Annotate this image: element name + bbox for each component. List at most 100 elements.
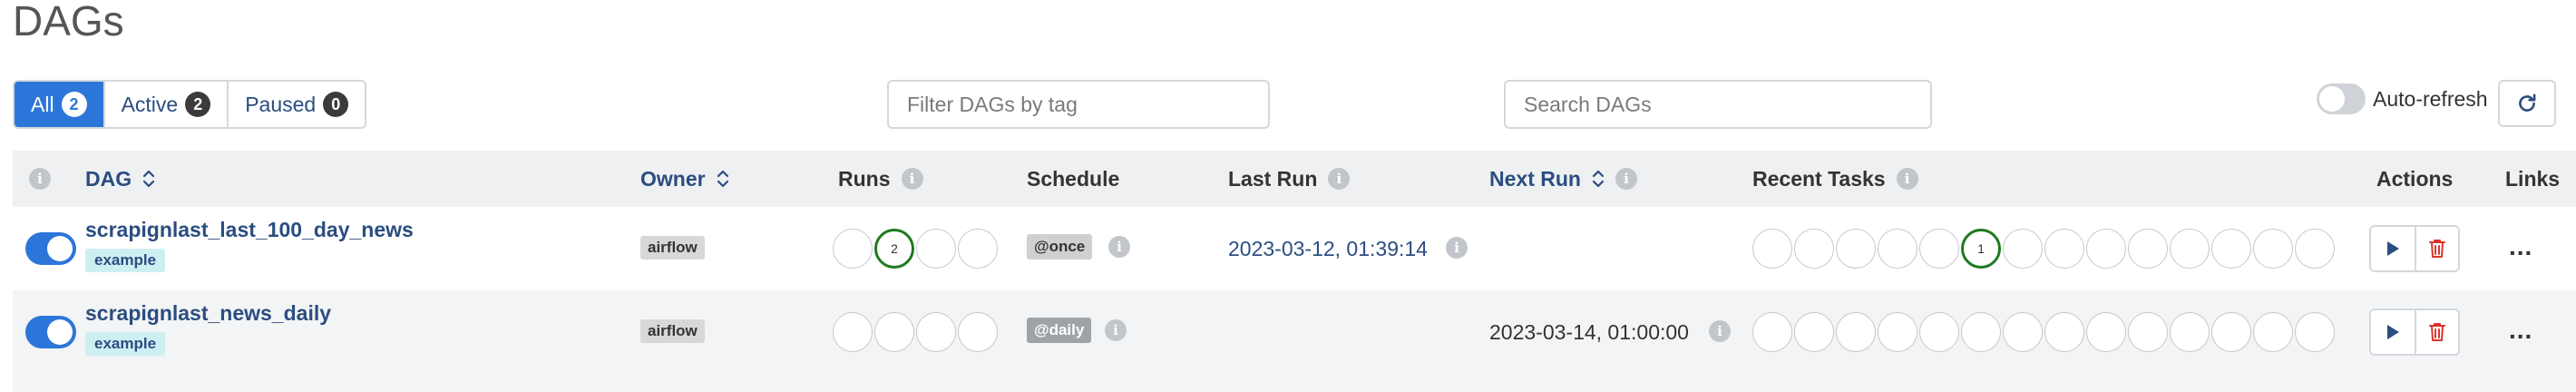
task-state-circle[interactable] bbox=[2086, 312, 2126, 352]
recent-tasks-circles: 1 bbox=[1752, 229, 2335, 269]
task-state-circle[interactable] bbox=[1878, 229, 1917, 269]
trash-icon bbox=[2429, 323, 2445, 341]
tab-all-label: All bbox=[31, 92, 54, 116]
owner-badge[interactable]: airflow bbox=[640, 236, 705, 260]
run-state-circle[interactable] bbox=[958, 312, 998, 352]
task-state-circle[interactable] bbox=[2253, 229, 2293, 269]
info-icon[interactable]: i bbox=[901, 168, 923, 190]
dag-link[interactable]: scrapignlast_news_daily bbox=[85, 301, 331, 326]
task-state-circle[interactable] bbox=[1794, 229, 1834, 269]
dag-pause-toggle[interactable] bbox=[25, 316, 76, 348]
task-state-circle[interactable] bbox=[1878, 312, 1917, 352]
dag-search-input[interactable] bbox=[1504, 80, 1932, 129]
runs-circles: 2 bbox=[833, 229, 998, 269]
dag-link[interactable]: scrapignlast_last_100_day_news bbox=[85, 218, 414, 242]
tab-active-count: 2 bbox=[185, 92, 211, 117]
delete-dag-button[interactable] bbox=[2415, 227, 2458, 270]
header-owner-label: Owner bbox=[640, 166, 706, 191]
next-run-date: 2023-03-14, 01:00:00 bbox=[1489, 320, 1689, 344]
header-last-run-label: Last Run bbox=[1228, 166, 1318, 191]
delete-dag-button[interactable] bbox=[2415, 310, 2458, 354]
table-row: scrapignlast_news_daily example airflow … bbox=[13, 290, 2576, 374]
play-icon bbox=[2387, 241, 2399, 256]
task-state-circle[interactable] bbox=[1836, 229, 1876, 269]
run-state-circle[interactable] bbox=[874, 312, 914, 352]
last-run-link[interactable]: 2023-03-12, 01:39:14 bbox=[1228, 237, 1428, 261]
task-state-circle[interactable] bbox=[2253, 312, 2293, 352]
info-icon[interactable]: i bbox=[1446, 237, 1468, 259]
run-state-circle[interactable] bbox=[833, 312, 873, 352]
tab-all[interactable]: All 2 bbox=[15, 82, 105, 127]
task-state-circle[interactable] bbox=[2211, 312, 2251, 352]
task-state-circle[interactable] bbox=[2128, 229, 2168, 269]
info-icon[interactable]: i bbox=[1615, 168, 1637, 190]
tab-paused[interactable]: Paused 0 bbox=[229, 82, 366, 127]
info-icon[interactable]: i bbox=[1108, 236, 1130, 258]
task-state-circle[interactable] bbox=[2128, 312, 2168, 352]
run-state-circle[interactable] bbox=[833, 229, 873, 269]
tab-active-label: Active bbox=[121, 92, 179, 116]
dag-pause-toggle[interactable] bbox=[25, 232, 76, 265]
task-state-circle[interactable] bbox=[2170, 312, 2210, 352]
task-state-circle[interactable] bbox=[2211, 229, 2251, 269]
header-owner[interactable]: Owner bbox=[640, 151, 729, 207]
auto-refresh-toggle[interactable]: Auto-refresh bbox=[2317, 83, 2488, 114]
refresh-button[interactable] bbox=[2498, 80, 2556, 127]
recent-tasks-circles bbox=[1752, 312, 2335, 352]
tab-paused-label: Paused bbox=[245, 92, 317, 116]
run-state-circle[interactable]: 2 bbox=[874, 229, 914, 269]
task-state-circle[interactable] bbox=[1836, 312, 1876, 352]
task-state-circle[interactable] bbox=[1794, 312, 1834, 352]
info-icon[interactable]: i bbox=[29, 168, 51, 190]
refresh-icon bbox=[2519, 93, 2536, 112]
header-runs-label: Runs bbox=[838, 166, 891, 191]
header-schedule: Schedule bbox=[1027, 151, 1119, 207]
info-icon[interactable]: i bbox=[1105, 319, 1127, 341]
task-state-circle[interactable] bbox=[2170, 229, 2210, 269]
trigger-dag-button[interactable] bbox=[2371, 227, 2415, 270]
task-state-circle[interactable] bbox=[2044, 312, 2084, 352]
task-state-circle[interactable] bbox=[2003, 312, 2043, 352]
dag-tag[interactable]: example bbox=[85, 249, 166, 272]
run-state-circle[interactable] bbox=[916, 312, 956, 352]
task-state-circle[interactable] bbox=[2295, 312, 2335, 352]
dag-table: i DAG Owner Runs i Schedule Last Run i N… bbox=[13, 151, 2576, 392]
schedule-badge: @once bbox=[1027, 234, 1093, 260]
task-state-circle[interactable] bbox=[2044, 229, 2084, 269]
task-state-circle[interactable] bbox=[1752, 229, 1792, 269]
tab-active[interactable]: Active 2 bbox=[104, 82, 229, 127]
header-next-run[interactable]: Next Run i bbox=[1489, 151, 1637, 207]
task-state-circle[interactable]: 1 bbox=[1961, 229, 2001, 269]
header-actions: Actions bbox=[2376, 151, 2453, 207]
schedule-badge: @daily bbox=[1027, 318, 1092, 343]
links-menu-button[interactable]: ... bbox=[2509, 316, 2532, 345]
page-title: DAGs bbox=[13, 0, 124, 44]
tag-filter-input[interactable] bbox=[887, 80, 1270, 129]
info-icon[interactable]: i bbox=[1328, 168, 1351, 190]
task-state-circle[interactable] bbox=[1919, 229, 1959, 269]
header-links: Links bbox=[2505, 151, 2560, 207]
auto-refresh-switch[interactable] bbox=[2317, 83, 2366, 114]
info-icon[interactable]: i bbox=[1709, 320, 1731, 342]
run-state-circle[interactable] bbox=[958, 229, 998, 269]
task-state-circle[interactable] bbox=[1919, 312, 1959, 352]
task-state-circle[interactable] bbox=[1961, 312, 2001, 352]
task-state-circle[interactable] bbox=[1752, 312, 1792, 352]
sort-icon bbox=[717, 170, 728, 188]
table-header: i DAG Owner Runs i Schedule Last Run i N… bbox=[13, 151, 2576, 207]
info-icon[interactable]: i bbox=[1896, 168, 1918, 190]
run-state-circle[interactable] bbox=[916, 229, 956, 269]
owner-badge[interactable]: airflow bbox=[640, 319, 705, 343]
links-menu-button[interactable]: ... bbox=[2509, 232, 2532, 261]
dag-actions bbox=[2369, 309, 2460, 356]
task-state-circle[interactable] bbox=[2003, 229, 2043, 269]
task-state-circle[interactable] bbox=[2086, 229, 2126, 269]
header-dag[interactable]: DAG bbox=[85, 151, 155, 207]
header-runs: Runs i bbox=[838, 151, 923, 207]
runs-circles bbox=[833, 312, 998, 352]
header-recent-tasks-label: Recent Tasks bbox=[1752, 166, 1886, 191]
dag-tag[interactable]: example bbox=[85, 332, 166, 356]
header-links-label: Links bbox=[2505, 166, 2561, 191]
trigger-dag-button[interactable] bbox=[2371, 310, 2415, 354]
task-state-circle[interactable] bbox=[2295, 229, 2335, 269]
